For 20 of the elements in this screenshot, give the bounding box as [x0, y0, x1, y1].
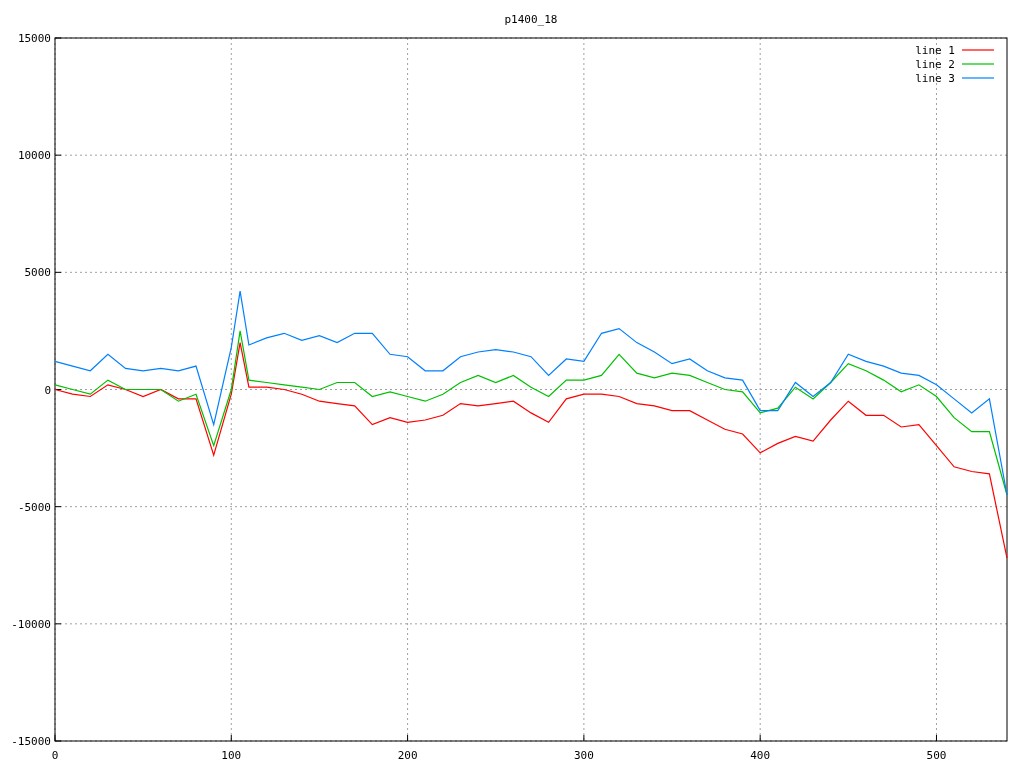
x-tick-label: 300: [573, 749, 594, 762]
x-tick-label: 100: [221, 749, 242, 762]
legend-label: line 2: [915, 58, 955, 71]
legend-line: [961, 63, 995, 65]
x-tick-label: 0: [51, 749, 59, 762]
y-tick-label: 15000: [17, 32, 51, 45]
chart-title: p1400_18: [504, 13, 558, 26]
y-tick-label: 5000: [24, 266, 51, 280]
y-tick-label: -10000: [11, 617, 51, 631]
y-tick-label: 10000: [17, 149, 51, 163]
y-tick-label: -5000: [17, 500, 51, 514]
legend-line: [961, 49, 995, 51]
y-tick-label: 0: [44, 383, 51, 397]
legend-label: line 3: [915, 72, 955, 85]
legend-label: line 1: [915, 44, 955, 57]
x-tick-label: 400: [750, 749, 771, 762]
x-tick-label: 500: [926, 749, 947, 762]
legend-line: [961, 77, 995, 79]
x-tick-label: 200: [397, 749, 418, 762]
y-tick-label: -15000: [11, 735, 51, 748]
